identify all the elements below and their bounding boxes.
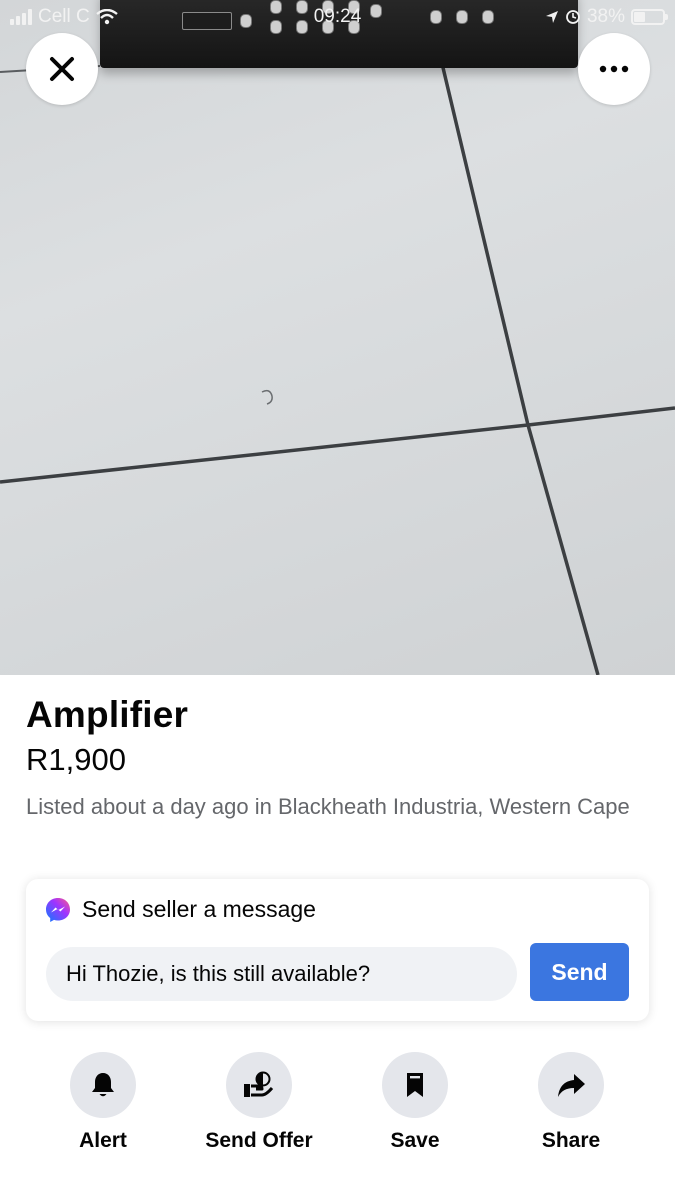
share-icon-circle <box>538 1052 604 1118</box>
messenger-icon <box>46 897 70 922</box>
location-icon <box>545 11 558 23</box>
action-bar: Alert Send Offer Save Share <box>0 1052 675 1162</box>
alarm-icon <box>566 10 580 24</box>
share-button[interactable]: Share <box>496 1052 646 1153</box>
save-icon-circle <box>382 1052 448 1118</box>
bookmark-icon <box>407 1073 423 1097</box>
bell-icon <box>92 1073 114 1097</box>
floor-tiles <box>0 54 675 675</box>
listing-title: Amplifier <box>26 694 189 735</box>
close-button[interactable] <box>26 33 98 105</box>
send-offer-label: Send Offer <box>205 1129 313 1152</box>
listing-price: R1,900 <box>26 742 126 777</box>
message-input[interactable] <box>46 947 517 1001</box>
share-label: Share <box>541 1129 601 1152</box>
alert-label: Alert <box>79 1129 127 1152</box>
message-heading: Send seller a message <box>45 896 316 923</box>
battery-percent: 38% <box>586 6 625 27</box>
message-heading-label: Send seller a message <box>82 896 316 922</box>
save-button[interactable]: Save <box>340 1052 490 1153</box>
listing-meta: Listed about a day ago in Blackheath Ind… <box>26 794 630 819</box>
share-icon <box>558 1074 585 1097</box>
alert-icon-circle <box>70 1052 136 1118</box>
offer-icon <box>244 1071 274 1097</box>
close-icon <box>50 57 74 81</box>
battery-icon <box>631 9 668 25</box>
listing-photo[interactable] <box>0 0 675 675</box>
alert-button[interactable]: Alert <box>28 1052 178 1153</box>
message-seller-card: Send seller a message Send <box>26 879 649 1021</box>
save-label: Save <box>390 1129 440 1152</box>
send-offer-button[interactable]: Send Offer <box>184 1052 334 1153</box>
send-offer-icon-circle <box>226 1052 292 1118</box>
more-horizontal-icon <box>599 65 629 73</box>
more-options-button[interactable] <box>578 33 650 105</box>
send-button[interactable]: Send <box>530 943 629 1001</box>
status-bar: Cell C 09:24 38% <box>0 0 675 34</box>
